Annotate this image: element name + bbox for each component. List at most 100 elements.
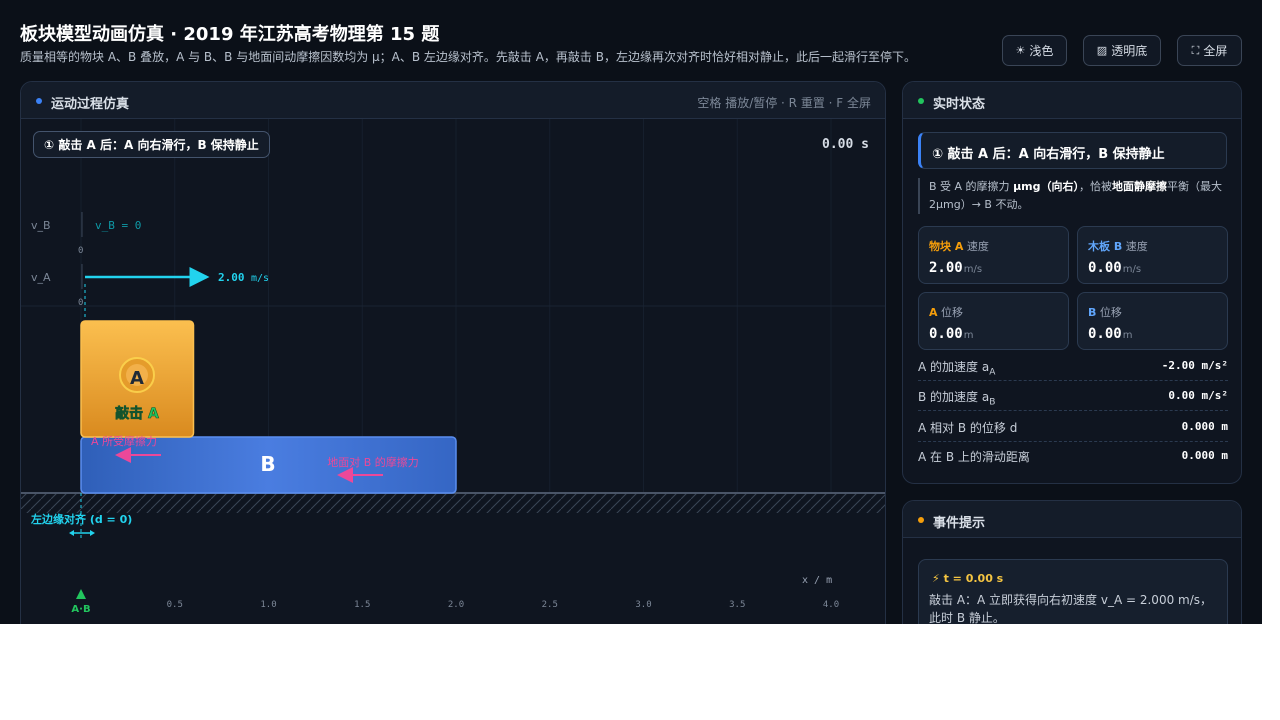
metric-a-velocity: 物块 A 速度 2.00m/s xyxy=(918,226,1069,284)
row-value: 0.000 m xyxy=(1181,449,1228,462)
block-a-letter: A xyxy=(130,368,144,389)
ground-hatch xyxy=(21,493,885,513)
state-desc-part: B 受 A 的摩擦力 xyxy=(929,180,1014,193)
vb-text: v_B = 0 xyxy=(95,219,141,232)
state-description: B 受 A 的摩擦力 μmg（向右），恰被地面静摩擦平衡（最大 2μmg）→ B… xyxy=(918,178,1228,214)
block-a[interactable]: A 敲击 A A 所受摩擦力 xyxy=(80,320,195,463)
event-body: 敲击 A：A 立即获得向右初速度 v_A = 2.000 m/s，此时 B 静止… xyxy=(929,593,1213,624)
x-tick-label: 0.5 xyxy=(167,600,183,610)
metric-what: 速度 xyxy=(963,240,989,253)
metric-unit: m xyxy=(1122,330,1133,341)
metric-what: 位移 xyxy=(1096,306,1122,319)
metric-value: 0.00m/s xyxy=(1088,257,1141,276)
row-key: A 的加速度 aA xyxy=(918,358,995,377)
fullscreen-button[interactable]: ⛶ 全屏 xyxy=(1177,35,1242,66)
sun-icon: ☀ xyxy=(1015,44,1026,57)
metric-value: 0.00m xyxy=(1088,323,1132,342)
metric-what: 位移 xyxy=(937,306,964,319)
state-desc-highlight: 地面静摩擦 xyxy=(1112,180,1167,193)
transparent-bg-label: 透明底 xyxy=(1111,44,1148,58)
events-panel: 事件提示 ⚡ t = 0.00 s 敲击 A：A 立即获得向右初速度 v_A =… xyxy=(902,500,1242,624)
state-desc-highlight: μmg（向右） xyxy=(1013,180,1079,193)
x-tick-label: 1.0 xyxy=(260,600,276,610)
hit-a-caption: 敲击 A xyxy=(115,405,159,422)
acceleration-b-row: B 的加速度 aB 0.00 m/s² xyxy=(918,382,1228,411)
status-dot-icon xyxy=(918,98,924,104)
row-key-text: A 的加速度 a xyxy=(918,360,990,374)
status-dot-icon xyxy=(36,98,42,104)
fullscreen-icon: ⛶ xyxy=(1191,43,1200,57)
block-b-letter: B xyxy=(260,452,275,476)
page-title: 板块模型动画仿真 · 2019 年江苏高考物理第 15 题 xyxy=(20,24,440,45)
metric-what: 速度 xyxy=(1122,240,1148,253)
vb-label: v_B xyxy=(31,219,51,232)
metric-label: 木板 B 速度 xyxy=(1088,238,1148,254)
row-value: 0.00 m/s² xyxy=(1168,389,1228,402)
row-key-text: B 的加速度 a xyxy=(918,390,990,404)
x-axis-label: x / m xyxy=(802,575,832,586)
state-card: ① 敲击 A 后：A 向右滑行，B 保持静止 xyxy=(918,132,1227,169)
simulation-panel-header: 运动过程仿真 空格 播放/暂停 · R 重置 · F 全屏 xyxy=(21,82,885,119)
event-time-text: t = 0.00 s xyxy=(943,572,1004,585)
row-value: -2.00 m/s² xyxy=(1161,359,1228,372)
x-tick-label: 1.5 xyxy=(354,600,370,610)
metric-b-displacement: B 位移 0.00m xyxy=(1077,292,1228,350)
metric-number: 2.00 xyxy=(929,260,963,276)
state-title: ① 敲击 A 后：A 向右滑行，B 保持静止 xyxy=(932,147,1165,162)
x-tick-label: 2.0 xyxy=(448,600,464,610)
row-key: B 的加速度 aB xyxy=(918,388,995,407)
simulation-canvas[interactable]: v_B v_B = 0 0 v_A 2.00 m/s 0 B 地面对 B 的摩擦… xyxy=(21,119,886,624)
metric-a-displacement: A 位移 0.00m xyxy=(918,292,1069,350)
metric-label: B 位移 xyxy=(1088,304,1122,320)
metric-unit: m/s xyxy=(963,264,983,275)
metric-value: 2.00m/s xyxy=(929,257,982,276)
row-key: A 相对 B 的位移 d xyxy=(918,421,1018,435)
metric-value: 0.00m xyxy=(929,323,973,342)
metric-who: A xyxy=(929,306,938,319)
metric-unit: m xyxy=(963,330,974,341)
events-panel-header: 事件提示 xyxy=(903,501,1241,538)
alignment-arrow-right-icon xyxy=(90,530,95,536)
fullscreen-label: 全屏 xyxy=(1203,44,1228,58)
va-label: v_A xyxy=(31,271,51,284)
metric-number: 0.00 xyxy=(929,326,963,342)
ab-position-label: A·B xyxy=(71,604,90,615)
keyboard-hint: 空格 播放/暂停 · R 重置 · F 全屏 xyxy=(697,96,871,110)
app-window: 板块模型动画仿真 · 2019 年江苏高考物理第 15 题 质量相等的物块 A、… xyxy=(0,0,1262,624)
metric-number: 0.00 xyxy=(1088,326,1122,342)
ground-friction-label: 地面对 B 的摩擦力 xyxy=(327,455,419,469)
light-theme-button[interactable]: ☀ 浅色 xyxy=(1002,35,1067,66)
metric-number: 0.00 xyxy=(1088,260,1122,276)
x-tick-label: 2.5 xyxy=(542,600,558,610)
simulation-title: 运动过程仿真 xyxy=(51,97,130,112)
simulation-panel: 运动过程仿真 空格 播放/暂停 · R 重置 · F 全屏 v_B v_B = … xyxy=(20,81,886,624)
va-value: 2.00 xyxy=(218,271,245,284)
metric-label: A 位移 xyxy=(929,304,963,320)
status-dot-icon xyxy=(918,517,924,523)
metric-who: 木板 B xyxy=(1088,240,1123,253)
metric-who: 物块 A xyxy=(929,240,964,253)
row-value: 0.000 m xyxy=(1181,420,1228,433)
stage-badge: ① 敲击 A 后：A 向右滑行，B 保持静止 xyxy=(33,131,270,158)
x-tick-label: 3.5 xyxy=(729,600,745,610)
page-subtitle: 质量相等的物块 A、B 叠放，A 与 B、B 与地面间动摩擦因数均为 μ；A、B… xyxy=(20,50,916,64)
row-key-sub: A xyxy=(989,367,996,378)
metric-b-velocity: 木板 B 速度 0.00m/s xyxy=(1077,226,1228,284)
time-readout: 0.00 s xyxy=(822,137,869,152)
va-unit: m/s xyxy=(251,273,269,284)
metric-unit: m/s xyxy=(1122,264,1142,275)
transparent-bg-button[interactable]: ▨ 透明底 xyxy=(1083,35,1161,66)
vb-zero: 0 xyxy=(78,246,83,256)
row-key: A 在 B 上的滑动距离 xyxy=(918,450,1030,464)
relative-displacement-row: A 相对 B 的位移 d 0.000 m xyxy=(918,413,1228,442)
event-time: ⚡ t = 0.00 s xyxy=(932,572,1003,585)
metric-label: 物块 A 速度 xyxy=(929,238,989,254)
x-axis-ticks: 0.5 1.0 1.5 2.0 2.5 3.0 3.5 4.0 xyxy=(167,600,840,610)
alignment-arrow-left-icon xyxy=(69,530,74,536)
status-panel-header: 实时状态 xyxy=(903,82,1241,119)
va-zero: 0 xyxy=(78,298,83,308)
lightning-icon: ⚡ xyxy=(932,572,940,585)
status-title: 实时状态 xyxy=(933,97,986,112)
row-key-sub: B xyxy=(989,397,996,408)
state-desc-part: ，恰被 xyxy=(1079,180,1112,193)
